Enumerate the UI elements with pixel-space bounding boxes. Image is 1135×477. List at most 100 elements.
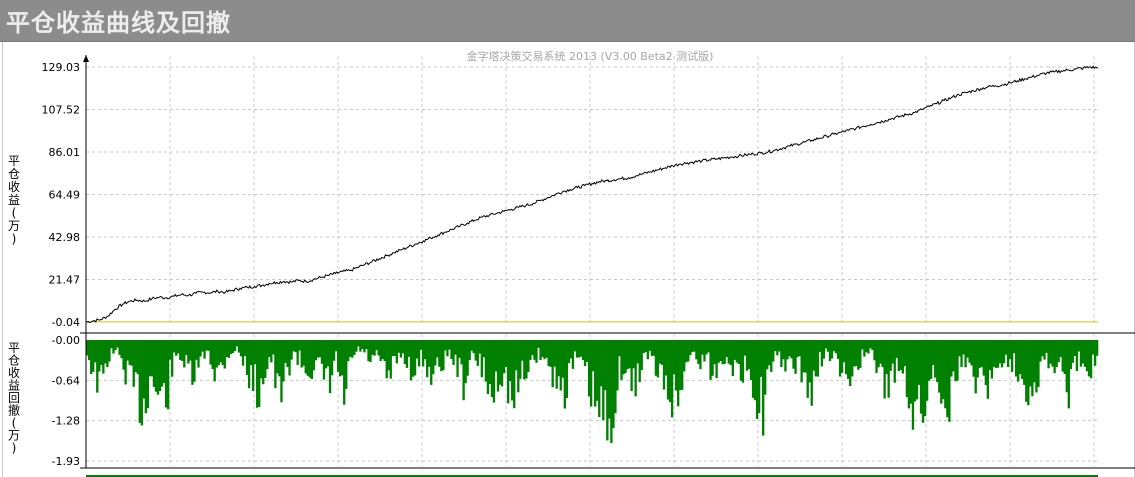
drawdown-bar xyxy=(583,340,587,367)
drawdown-bar xyxy=(786,340,789,360)
drawdown-bar xyxy=(970,340,973,366)
drawdown-bar xyxy=(175,340,178,356)
drawdown-bar xyxy=(229,340,233,354)
drawdown-bar xyxy=(782,340,785,360)
drawdown-bar xyxy=(334,340,338,352)
drawdown-bar xyxy=(768,340,771,366)
drawdown-bar xyxy=(859,340,862,368)
drawdown-bar xyxy=(207,340,210,351)
drawdown-bar xyxy=(909,340,913,404)
drawdown-bar xyxy=(488,340,492,384)
drawdown-bar xyxy=(551,340,554,388)
drawdown-bar xyxy=(1047,340,1050,369)
equity-y-tick: 129.03 xyxy=(42,61,81,74)
drawdown-bar xyxy=(917,340,921,385)
drawdown-bar xyxy=(1023,340,1026,385)
drawdown-bar xyxy=(652,340,656,356)
drawdown-bar xyxy=(814,340,817,377)
drawdown-bar xyxy=(705,340,708,355)
drawdown-bar xyxy=(434,340,437,366)
drawdown-bar xyxy=(347,340,350,362)
drawdown-bar xyxy=(930,340,933,379)
drawdown-bar xyxy=(249,340,253,366)
drawdown-bar xyxy=(361,340,364,350)
drawdown-bar xyxy=(448,340,451,350)
drawdown-bar xyxy=(966,340,969,358)
drawdown-bar xyxy=(622,340,625,375)
drawdown-bar xyxy=(152,340,156,387)
drawdown-bar xyxy=(1006,340,1010,368)
drawdown-bar xyxy=(877,340,880,368)
drawdown-bar xyxy=(567,340,571,364)
drawdown-bar xyxy=(1075,340,1079,371)
drawdown-bar xyxy=(286,340,289,367)
drawdown-bar xyxy=(697,340,700,364)
drawdown-bar xyxy=(142,340,145,399)
drawdown-bar xyxy=(1065,340,1068,393)
drawdown-bar xyxy=(213,340,216,382)
equity-grid xyxy=(85,56,1098,322)
drawdown-bar xyxy=(921,340,925,423)
equity-y-label-char: 仓 xyxy=(8,167,20,181)
drawdown-bar xyxy=(262,340,265,385)
drawdown-bar xyxy=(450,340,453,359)
drawdown-bar xyxy=(426,340,429,378)
drawdown-bar xyxy=(116,340,119,348)
drawdown-bar xyxy=(824,340,828,349)
drawdown-bar xyxy=(199,340,202,357)
drawdown-bar xyxy=(903,340,907,367)
drawdown-bar xyxy=(484,340,488,382)
drawdown-bar xyxy=(847,340,850,379)
drawdown-y-tick: -0.64 xyxy=(52,374,80,387)
drawdown-bar xyxy=(594,340,597,407)
drawdown-bar xyxy=(298,340,301,351)
drawdown-bar xyxy=(428,340,431,367)
drawdown-bar xyxy=(950,340,953,377)
drawdown-bar xyxy=(373,340,376,356)
drawdown-bar xyxy=(458,340,461,358)
drawdown-bar xyxy=(598,340,601,417)
equity-y-tick: 21.47 xyxy=(49,274,81,287)
equity-y-label-char: 益 xyxy=(8,193,20,207)
drawdown-bar xyxy=(454,340,457,355)
drawdown-bar xyxy=(703,340,706,362)
drawdown-bar xyxy=(211,340,214,369)
drawdown-bar xyxy=(927,340,931,381)
drawdown-bar xyxy=(739,340,743,381)
drawdown-bar xyxy=(986,340,989,399)
drawdown-bar xyxy=(685,340,688,363)
drawdown-bar xyxy=(620,340,623,380)
drawdown-bar xyxy=(668,340,672,402)
drawdown-bar xyxy=(509,340,512,382)
drawdown-bar xyxy=(800,340,803,383)
drawdown-bar xyxy=(132,340,135,387)
drawdown-bar xyxy=(747,340,751,370)
drawdown-bar xyxy=(235,340,239,347)
drawdown-bar xyxy=(421,340,425,367)
drawdown-bar xyxy=(1039,340,1042,362)
drawdown-bar xyxy=(934,340,937,378)
drawdown-bar xyxy=(988,340,992,371)
drawdown-bar xyxy=(134,340,137,373)
drawdown-bar xyxy=(419,340,423,350)
drawdown-bar xyxy=(468,340,471,361)
drawdown-bar xyxy=(245,340,249,375)
drawdown-bar xyxy=(225,340,228,357)
drawdown-bar xyxy=(1077,340,1081,352)
drawdown-bar xyxy=(391,340,394,356)
drawdown-bar xyxy=(871,340,874,350)
drawdown-bar xyxy=(1012,340,1016,354)
drawdown-bar xyxy=(774,340,777,352)
drawdown-bar xyxy=(324,340,328,369)
drawdown-bar xyxy=(887,340,890,398)
drawdown-bar xyxy=(948,340,951,422)
drawdown-bar xyxy=(719,340,722,362)
drawdown-bar xyxy=(300,340,303,368)
drawdown-bar xyxy=(531,340,534,356)
drawdown-bar xyxy=(128,340,131,365)
drawdown-bar xyxy=(602,340,605,421)
drawdown-bar xyxy=(618,340,621,357)
drawdown-bar xyxy=(579,340,583,357)
drawdown-bar xyxy=(292,340,295,352)
drawdown-y-tick: -1.28 xyxy=(52,415,80,428)
